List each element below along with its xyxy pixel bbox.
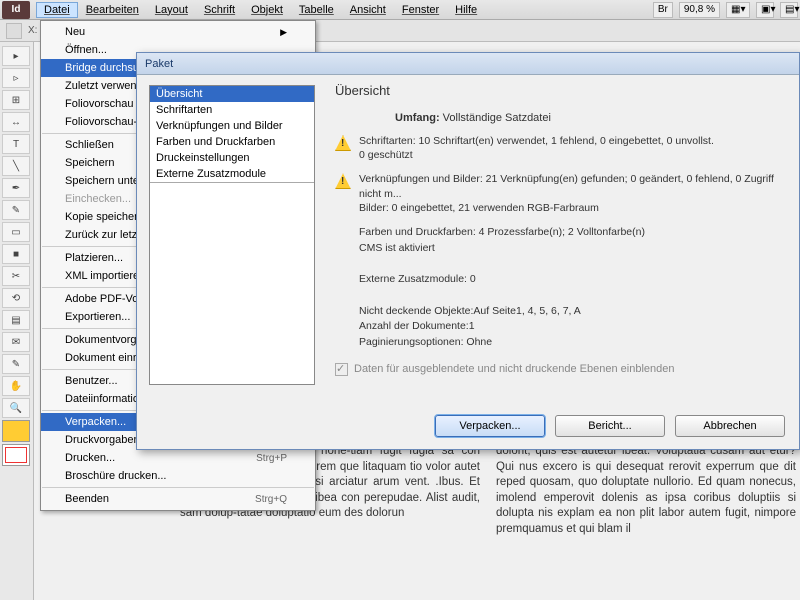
pen-tool[interactable]: ✒ — [2, 178, 30, 198]
menu-item[interactable]: Beenden Strg+Q — [41, 490, 315, 508]
menu-hilfe[interactable]: Hilfe — [447, 2, 485, 18]
gap-tool[interactable]: ↔ — [2, 112, 30, 132]
list-item-zusatz[interactable]: Externe Zusatzmodule — [150, 166, 314, 182]
menu-item-label: Verpacken... — [65, 416, 126, 428]
cms-status: CMS ist aktiviert — [359, 241, 787, 257]
hidden-layers-checkbox[interactable] — [335, 363, 348, 376]
bericht-button[interactable]: Bericht... — [555, 415, 665, 437]
doc-count: Anzahl der Dokumente:1 — [359, 319, 787, 335]
menu-item-label: Platzieren... — [65, 252, 123, 264]
arrange-icon[interactable]: ▤▾ — [780, 2, 798, 18]
ref-point-icon[interactable] — [6, 23, 22, 39]
verpacken-button[interactable]: Verpacken... — [435, 415, 545, 437]
menu-item-label: Drucken... — [65, 452, 115, 464]
menu-item-label: Speichern — [65, 157, 115, 169]
direct-selection-tool[interactable]: ▹ — [2, 68, 30, 88]
screen-mode-icon[interactable]: ▣▾ — [756, 2, 774, 18]
menu-item-label: Benutzer... — [65, 375, 118, 387]
scissors-tool[interactable]: ✂ — [2, 266, 30, 286]
menu-layout[interactable]: Layout — [147, 2, 196, 18]
zoom-field[interactable]: 90,8 % — [679, 2, 720, 18]
images-summary: Bilder: 0 eingebettet, 21 verwenden RGB-… — [359, 201, 787, 215]
stroke-color-swatch[interactable] — [2, 444, 30, 466]
bridge-button[interactable]: Br — [653, 2, 673, 18]
menu-bearbeiten[interactable]: Bearbeiten — [78, 2, 147, 18]
note-tool[interactable]: ✉ — [2, 332, 30, 352]
menu-datei[interactable]: Datei — [36, 2, 78, 18]
page-tool[interactable]: ⊞ — [2, 90, 30, 110]
submenu-arrow-icon: ▶ — [280, 27, 287, 38]
menubar: Id Datei Bearbeiten Layout Schrift Objek… — [0, 0, 800, 20]
menu-item[interactable]: Drucken... Strg+P — [41, 449, 315, 467]
hidden-layers-label: Daten für ausgeblendete und nicht drucke… — [354, 363, 674, 375]
type-tool[interactable]: T — [2, 134, 30, 154]
list-item-verknuepfungen[interactable]: Verknüpfungen und Bilder — [150, 118, 314, 134]
menu-item-label: Öffnen... — [65, 44, 107, 56]
zoom-tool[interactable]: 🔍 — [2, 398, 30, 418]
opaque-objects: Nicht deckende Objekte:Auf Seite1, 4, 5,… — [359, 304, 787, 320]
workspace-switcher-icon[interactable]: ▦▾ — [726, 2, 750, 18]
menu-item-label: Beenden — [65, 493, 109, 505]
fill-color-swatch[interactable] — [2, 420, 30, 442]
menu-shortcut: Strg+Q — [255, 494, 287, 505]
list-item-druck[interactable]: Druckeinstellungen — [150, 150, 314, 166]
warning-icon — [335, 173, 351, 189]
menu-tabelle[interactable]: Tabelle — [291, 2, 342, 18]
menu-shortcut: Strg+P — [256, 453, 287, 464]
list-item-schriftarten[interactable]: Schriftarten — [150, 102, 314, 118]
gradient-tool[interactable]: ▤ — [2, 310, 30, 330]
menu-item-label: Schließen — [65, 139, 114, 151]
fonts-protected: 0 geschützt — [359, 148, 714, 162]
abbrechen-button[interactable]: Abbrechen — [675, 415, 785, 437]
text-column-2: dolorit, quis est autetur ibeat. Volupta… — [496, 444, 796, 537]
panel-heading: Übersicht — [335, 83, 787, 98]
links-summary: Verknüpfungen und Bilder: 21 Verknüpfung… — [359, 172, 787, 200]
menu-item-label: Exportieren... — [65, 311, 130, 323]
menu-item[interactable]: Broschüre drucken... — [41, 467, 315, 485]
menu-item-label: Einchecken... — [65, 193, 131, 205]
menu-item-label: Neu — [65, 26, 85, 38]
menu-ansicht[interactable]: Ansicht — [342, 2, 394, 18]
line-tool[interactable]: ╲ — [2, 156, 30, 176]
menu-separator — [42, 487, 314, 488]
category-listbox[interactable]: Übersicht Schriftarten Verknüpfungen und… — [149, 85, 315, 385]
hand-tool[interactable]: ✋ — [2, 376, 30, 396]
menu-objekt[interactable]: Objekt — [243, 2, 291, 18]
pencil-tool[interactable]: ✎ — [2, 200, 30, 220]
umfang-row: Umfang: Vollständige Satzdatei — [395, 112, 787, 124]
umfang-value: Vollständige Satzdatei — [443, 112, 551, 124]
pagination-options: Paginierungsoptionen: Ohne — [359, 335, 787, 351]
list-item-uebersicht[interactable]: Übersicht — [150, 86, 314, 102]
colors-summary: Farben und Druckfarben: 4 Prozessfarbe(n… — [359, 225, 787, 241]
umfang-label: Umfang: — [395, 112, 440, 124]
menu-item-label: Broschüre drucken... — [65, 470, 167, 482]
plugins-summary: Externe Zusatzmodule: 0 — [359, 272, 787, 288]
free-transform-tool[interactable]: ⟲ — [2, 288, 30, 308]
rectangle-tool[interactable]: ■ — [2, 244, 30, 264]
menu-item-label: Druckvorgaben — [65, 434, 140, 446]
menu-item-label: Foliovorschau — [65, 98, 133, 110]
rectangle-frame-tool[interactable]: ▭ — [2, 222, 30, 242]
paket-dialog: Paket Übersicht Schriftarten Verknüpfung… — [136, 52, 800, 450]
menu-schrift[interactable]: Schrift — [196, 2, 243, 18]
x-label: X: — [28, 25, 37, 36]
eyedropper-tool[interactable]: ✎ — [2, 354, 30, 374]
fonts-summary: Schriftarten: 10 Schriftart(en) verwende… — [359, 134, 714, 148]
menu-fenster[interactable]: Fenster — [394, 2, 447, 18]
tool-panel: ▸ ▹ ⊞ ↔ T ╲ ✒ ✎ ▭ ■ ✂ ⟲ ▤ ✉ ✎ ✋ 🔍 — [0, 42, 34, 600]
list-item-farben[interactable]: Farben und Druckfarben — [150, 134, 314, 150]
app-logo: Id — [2, 1, 30, 19]
selection-tool[interactable]: ▸ — [2, 46, 30, 66]
warning-icon — [335, 135, 351, 151]
dialog-title: Paket — [137, 53, 799, 75]
menu-item[interactable]: Neu ▶ — [41, 23, 315, 41]
listbox-detail-area — [150, 182, 314, 380]
